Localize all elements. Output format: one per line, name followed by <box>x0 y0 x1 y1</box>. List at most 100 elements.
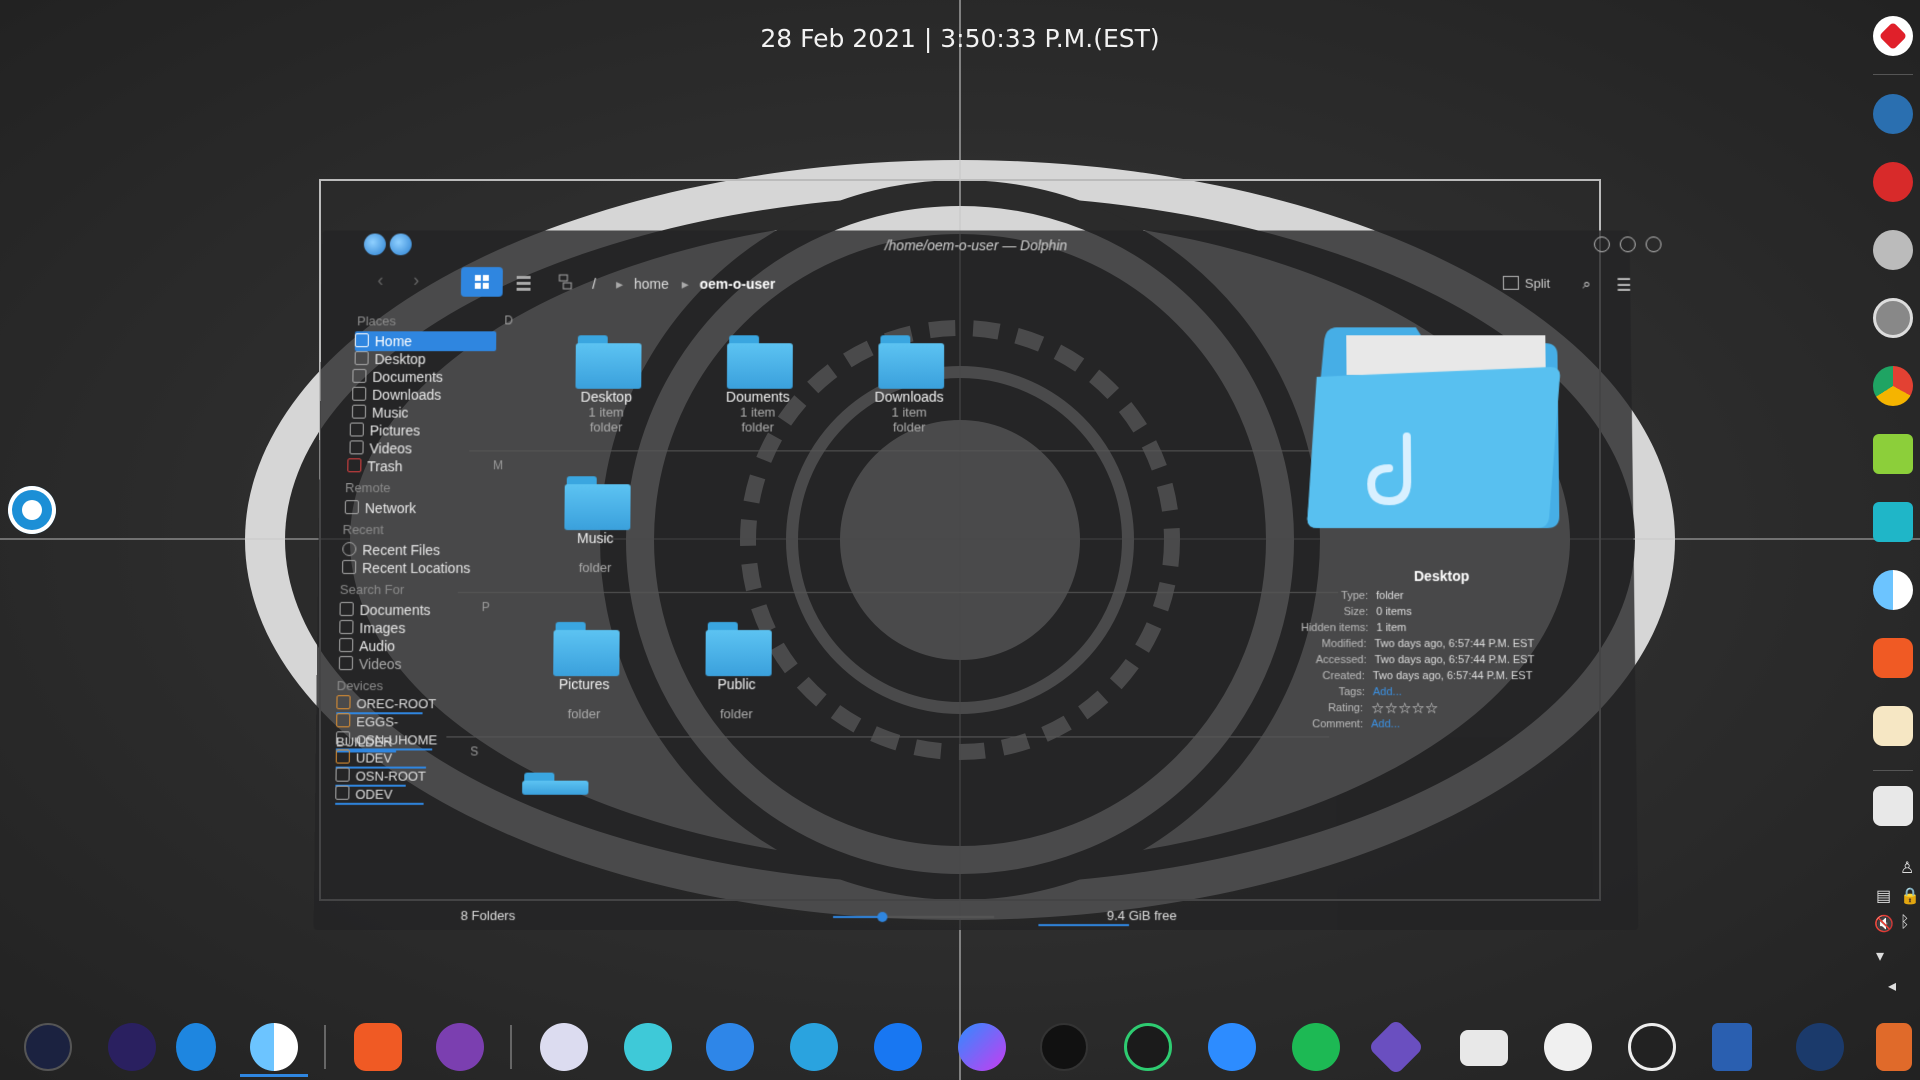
menu-icon[interactable]: ☰ <box>1616 276 1631 296</box>
file-item-music[interactable]: Music folder <box>530 476 661 575</box>
file-item-downloads[interactable]: Downloads 1 item folder <box>844 335 974 434</box>
folder-icon <box>575 335 645 389</box>
titlebar[interactable]: /home/oem-o-user — Dolphin <box>322 231 1662 261</box>
record-icon[interactable] <box>1873 16 1913 56</box>
sidebar-item-downloads[interactable]: Downloads <box>352 385 441 405</box>
icons-view-button[interactable] <box>460 267 503 297</box>
remote-header: Remote <box>345 480 391 496</box>
play-icon[interactable] <box>1544 1023 1592 1071</box>
telegram-icon[interactable] <box>790 1023 838 1071</box>
close-icon[interactable] <box>1645 236 1662 253</box>
sidebar-item-label: Recent Files <box>362 542 441 559</box>
trash-icon[interactable] <box>1873 786 1913 826</box>
info-key: Comment: <box>1312 718 1364 731</box>
sidebar-item-trash[interactable]: Trash <box>347 456 403 476</box>
split-button[interactable]: Split <box>1502 275 1550 291</box>
safari-icon[interactable] <box>176 1023 216 1071</box>
volume-muted-icon[interactable]: 🔇 <box>1874 914 1894 934</box>
device-udev[interactable]: UDEV <box>335 748 443 769</box>
user-icon[interactable]: ♙ <box>1900 858 1914 878</box>
sidebar-item-recent-locations[interactable]: Recent Locations <box>342 558 470 578</box>
device-odev[interactable]: ODEV <box>335 785 442 805</box>
clipboard-icon[interactable]: ▤ <box>1876 886 1891 906</box>
settings-gear-icon[interactable] <box>1873 230 1913 270</box>
eagle-icon[interactable] <box>436 1023 484 1071</box>
linux-icon[interactable] <box>1873 94 1913 134</box>
sidebar-item-home[interactable]: Home <box>354 331 497 352</box>
sidebar-item-search-videos[interactable]: Videos <box>338 654 402 674</box>
spotify-icon[interactable] <box>1292 1023 1340 1071</box>
sidebar-item-search-documents[interactable]: Documents <box>339 600 431 620</box>
lock-icon[interactable]: 🔒 <box>1900 886 1920 906</box>
videos-icon <box>349 440 364 455</box>
zoom-slider-handle[interactable] <box>877 911 888 923</box>
details-view-button[interactable] <box>544 267 586 297</box>
minimize-icon[interactable] <box>1593 236 1610 253</box>
sidebar-item-network[interactable]: Network <box>344 498 416 518</box>
cube-green-icon[interactable] <box>1873 434 1913 474</box>
file-type: folder <box>578 560 612 576</box>
breadcrumb-root[interactable]: / <box>592 276 596 292</box>
file-item-public[interactable]: Public folder <box>671 622 802 721</box>
facebook-icon[interactable] <box>874 1023 922 1071</box>
file-type: folder <box>741 419 774 435</box>
expand-tray-icon[interactable]: ◂ <box>1888 976 1896 996</box>
zoom-slider[interactable] <box>833 911 995 923</box>
sidebar-item-music[interactable]: Music <box>351 403 409 423</box>
compact-view-button[interactable] <box>503 267 545 297</box>
device-osn-uhome[interactable]: OSN-UHOME <box>335 730 443 751</box>
add-tags-link[interactable]: Add... <box>1373 686 1402 698</box>
device-eggs-builder[interactable]: EGGS-BUILDER <box>335 712 443 753</box>
info-key: Created: <box>1322 670 1365 683</box>
steam-icon[interactable] <box>1796 1023 1844 1071</box>
brave-icon[interactable] <box>354 1023 402 1071</box>
device-osn-root[interactable]: OSN-ROOT <box>335 767 442 787</box>
finder-icon[interactable] <box>1873 570 1913 610</box>
rating-stars-icon[interactable]: ☆☆☆☆☆ <box>1371 699 1439 717</box>
search-icon[interactable]: ⌕ <box>1582 276 1591 293</box>
stack-icon[interactable] <box>1460 1030 1508 1066</box>
info-value: Two days ago, 6:57:44 P.M. EST <box>1372 670 1533 683</box>
sidebar-item-search-images[interactable]: Images <box>339 618 405 638</box>
file-item-pictures[interactable]: Pictures folder <box>519 622 650 721</box>
zoom-icon[interactable] <box>1208 1023 1256 1071</box>
messenger-icon[interactable] <box>958 1023 1006 1071</box>
breadcrumb-home[interactable]: home <box>634 276 669 292</box>
sidebar-item-recent-files[interactable]: Recent Files <box>342 540 440 560</box>
maximize-icon[interactable] <box>1619 236 1636 253</box>
archive-icon[interactable] <box>540 1023 588 1071</box>
add-comment-link[interactable]: Add... <box>1371 718 1400 730</box>
dock-separator <box>324 1025 326 1069</box>
finder-icon[interactable] <box>250 1023 298 1071</box>
file-item-desktop[interactable]: Desktop 1 item folder <box>541 335 671 434</box>
forward-arrow-icon[interactable]: › <box>413 270 419 291</box>
folder-icon[interactable] <box>522 772 592 795</box>
obs-icon[interactable] <box>1628 1023 1676 1071</box>
mail-icon[interactable] <box>624 1023 672 1071</box>
system-widget-icon[interactable] <box>8 486 56 534</box>
music-icon <box>351 404 367 419</box>
file-type: folder <box>589 419 623 435</box>
font-app-icon[interactable] <box>1873 162 1913 202</box>
sidebar-item-videos[interactable]: Videos <box>349 438 412 458</box>
bluetooth-icon[interactable]: ᛒ <box>1900 914 1910 932</box>
breadcrumb-current[interactable]: oem-o-user <box>700 276 776 292</box>
cube-cyan-icon[interactable] <box>1873 502 1913 542</box>
chrome-icon[interactable] <box>1873 366 1913 406</box>
whatsapp-icon[interactable] <box>1124 1023 1172 1071</box>
notes-icon[interactable] <box>1873 706 1913 746</box>
device-orec-root[interactable]: OREC-ROOT <box>336 694 442 715</box>
wifi-icon[interactable]: ▾ <box>1876 946 1884 966</box>
launcher-icon[interactable] <box>24 1023 72 1071</box>
more-icon[interactable] <box>108 1023 156 1071</box>
messages-icon[interactable] <box>706 1023 754 1071</box>
kdeconnect-icon[interactable] <box>1712 1023 1752 1071</box>
back-arrow-icon[interactable]: ‹ <box>377 270 383 291</box>
weather-icon[interactable] <box>1876 1023 1912 1071</box>
file-item-douments[interactable]: Douments 1 item folder <box>693 335 823 434</box>
sidebar-item-documents[interactable]: Documents <box>352 367 443 387</box>
brave-icon[interactable] <box>1873 638 1913 678</box>
tiktok-icon[interactable] <box>1040 1023 1088 1071</box>
sidebar-item-search-audio[interactable]: Audio <box>339 636 395 656</box>
disks-icon[interactable] <box>1873 298 1913 338</box>
